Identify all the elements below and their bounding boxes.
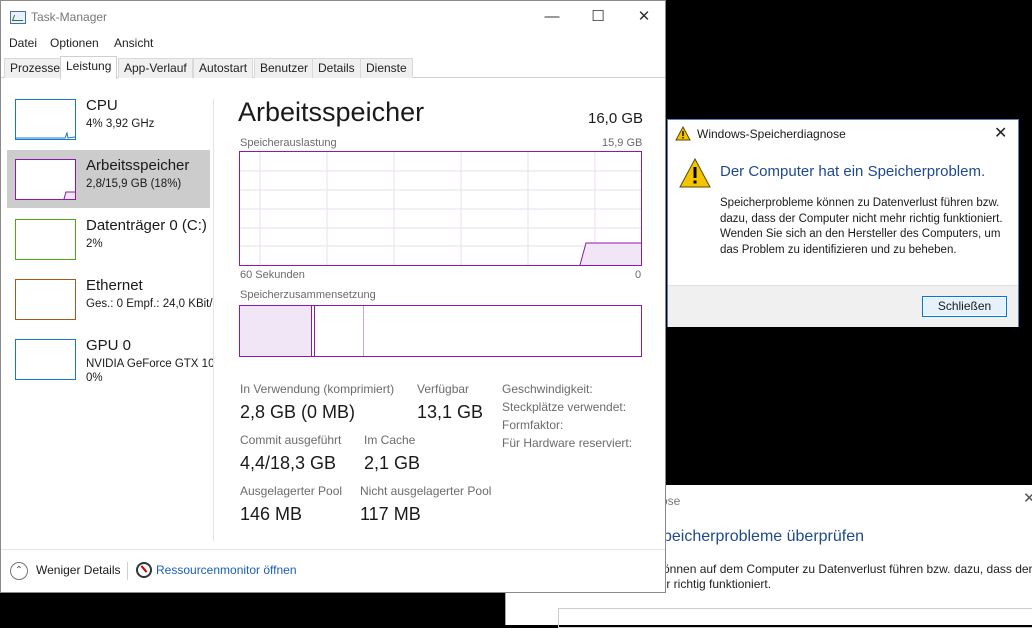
maximize-button[interactable]: ☐ <box>575 5 621 29</box>
window-title: Task-Manager <box>31 10 108 24</box>
time-axis-right: 0 <box>635 269 642 281</box>
close-icon[interactable]: ✕ <box>1023 489 1032 507</box>
commit-value: 4,4/18,3 GB <box>240 453 337 473</box>
sidebar-item-memory[interactable]: Arbeitsspeicher 2,8/15,9 GB (18%) <box>7 150 210 208</box>
background-dialog-text: ır richtig funktioniert. <box>663 577 772 591</box>
memory-diagnostic-dialog: Windows-Speicherdiagnose ✕ Der Computer … <box>667 119 1019 327</box>
footer-separator <box>127 562 128 580</box>
open-resource-monitor-link[interactable]: Ressourcenmonitor öffnen <box>156 563 297 577</box>
time-axis-left: 60 Sekunden <box>240 269 305 281</box>
hardware-reserved-label: Für Hardware reserviert: <box>502 436 633 450</box>
disk-thumbnail-graph <box>15 219 76 260</box>
close-icon[interactable]: ✕ <box>994 123 1007 143</box>
paged-pool-label: Ausgelagerter Pool <box>240 484 343 498</box>
title-bar[interactable]: Task-Manager — ☐ ✕ <box>1 1 665 33</box>
tab-benutzer[interactable]: Benutzer <box>254 58 315 78</box>
footer: ⌃ Weniger Details Ressourcenmonitor öffn… <box>1 549 665 593</box>
form-factor-label: Formfaktor: <box>502 418 564 432</box>
cached-label: Im Cache <box>364 433 416 447</box>
cpu-thumbnail-graph <box>15 99 76 140</box>
tab-prozesse[interactable]: Prozesse <box>4 58 67 78</box>
slots-used-label: Steckplätze verwendet: <box>502 400 627 414</box>
paged-pool-value: 146 MB <box>240 504 303 524</box>
tab-leistung[interactable]: Leistung <box>60 56 118 79</box>
tab-app-verlauf[interactable]: App-Verlauf <box>118 58 193 78</box>
available-value: 13,1 GB <box>417 402 484 422</box>
commit-label: Commit ausgeführt <box>240 433 342 447</box>
resource-monitor-icon[interactable] <box>136 562 152 578</box>
sidebar-item-label: CPU <box>86 97 118 114</box>
available-label: Verfügbar <box>417 382 470 396</box>
sidebar-item-sublabel: NVIDIA GeForce GTX 10 <box>86 358 215 370</box>
composition-label: Speicherzusammensetzung <box>240 289 376 301</box>
sidebar-item-sublabel: 2% <box>86 238 103 250</box>
sidebar-item-sublabel: 2,8/15,9 GB (18%) <box>86 178 182 190</box>
gpu-thumbnail-graph <box>15 339 76 380</box>
sidebar-item-gpu[interactable]: GPU 0 NVIDIA GeForce GTX 10 0% <box>7 330 214 388</box>
tab-autostart[interactable]: Autostart <box>193 58 254 78</box>
background-dialog-frame <box>558 608 1032 628</box>
total-memory: 16,0 GB <box>588 110 644 127</box>
warning-icon <box>675 125 691 146</box>
tab-details[interactable]: Details <box>312 58 361 78</box>
close-button[interactable]: ✕ <box>621 5 667 29</box>
warning-icon <box>679 157 711 193</box>
fewer-details-button[interactable]: Weniger Details <box>36 563 120 577</box>
speed-label: Geschwindigkeit: <box>502 382 593 396</box>
dialog-heading: Der Computer hat ein Speicherproblem. <box>720 163 986 180</box>
usage-graph-max: 15,9 GB <box>602 137 643 149</box>
chevron-up-icon[interactable]: ⌃ <box>10 562 28 580</box>
sidebar-item-sublabel: 0% <box>86 372 103 384</box>
sidebar-item-sublabel: 4% 3,92 GHz <box>86 118 155 130</box>
composition-in-use <box>240 306 312 356</box>
dialog-title: Windows-Speicherdiagnose <box>697 127 846 141</box>
sidebar-item-label: Ethernet <box>86 277 143 294</box>
task-manager-window: Task-Manager — ☐ ✕ Datei Optionen Ansich… <box>0 0 666 593</box>
nonpaged-pool-value: 117 MB <box>360 504 421 524</box>
sidebar-item-label: GPU 0 <box>86 337 132 354</box>
composition-standby <box>315 306 364 356</box>
sidebar-item-ethernet[interactable]: Ethernet Ges.: 0 Empf.: 24,0 KBit/ <box>7 270 213 328</box>
cached-value: 2,1 GB <box>364 453 421 473</box>
menu-datei[interactable]: Datei <box>9 36 37 50</box>
menu-ansicht[interactable]: Ansicht <box>114 36 153 50</box>
tab-bar: Prozesse Leistung App-Verlauf Autostart … <box>1 56 665 79</box>
nonpaged-pool-label: Nicht ausgelagerter Pool <box>360 484 492 498</box>
memory-thumbnail-graph <box>15 159 76 200</box>
sidebar-item-cpu[interactable]: CPU 4% 3,92 GHz <box>7 90 210 148</box>
sidebar-divider <box>213 99 214 541</box>
dialog-footer: Schließen <box>668 285 1018 327</box>
dialog-message: Speicherprobleme können zu Datenverlust … <box>720 197 1003 256</box>
in-use-label: In Verwendung (komprimiert) <box>240 382 395 396</box>
background-dialog-text: önnen auf dem Computer zu Datenverlust f… <box>663 562 1032 576</box>
menu-bar: Datei Optionen Ansicht <box>1 33 665 55</box>
close-button[interactable]: Schließen <box>922 296 1007 317</box>
in-use-value: 2,8 GB (0 MB) <box>240 402 356 422</box>
page-title: Arbeitsspeicher <box>238 97 425 127</box>
menu-optionen[interactable]: Optionen <box>50 36 99 50</box>
sidebar-item-disk[interactable]: Datenträger 0 (C:) 2% <box>7 210 210 268</box>
sidebar-item-sublabel: Ges.: 0 Empf.: 24,0 KBit/ <box>86 298 213 310</box>
minimize-button[interactable]: — <box>529 5 575 29</box>
tab-dienste[interactable]: Dienste <box>360 58 413 78</box>
task-manager-icon <box>10 11 26 24</box>
memory-composition-bar <box>239 305 642 357</box>
memory-usage-graph <box>239 151 642 266</box>
usage-graph-label: Speicherauslastung <box>240 137 337 149</box>
sidebar-item-label: Datenträger 0 (C:) <box>86 217 207 234</box>
background-dialog-heading: peicherprobleme überprüfen <box>663 528 865 545</box>
ethernet-thumbnail-graph <box>15 279 76 320</box>
sidebar-item-label: Arbeitsspeicher <box>86 157 190 174</box>
